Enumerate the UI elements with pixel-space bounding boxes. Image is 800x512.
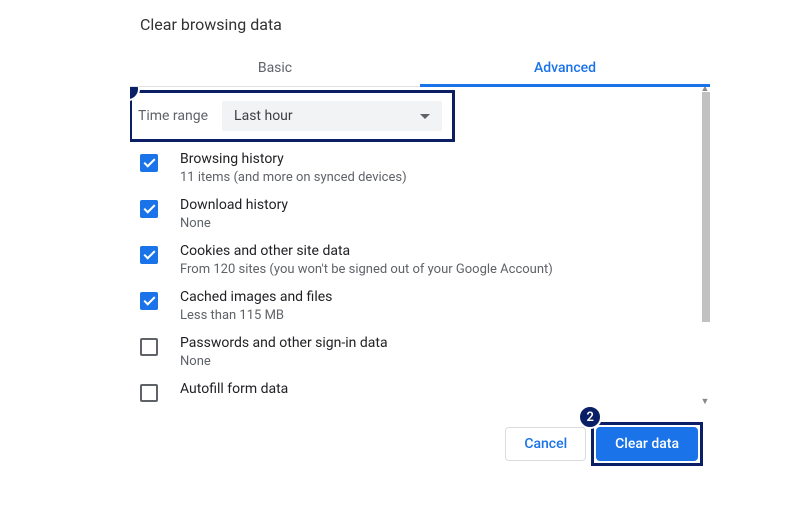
item-text: Browsing history 11 items (and more on sy… bbox=[180, 151, 407, 185]
list-item: Passwords and other sign-in data None bbox=[140, 335, 690, 369]
annotation-badge-2: 2 bbox=[578, 405, 602, 429]
item-desc: From 120 sites (you won't be signed out … bbox=[180, 262, 553, 277]
checkbox[interactable] bbox=[140, 338, 158, 356]
item-desc: None bbox=[180, 216, 288, 231]
checkbox[interactable] bbox=[140, 292, 158, 310]
item-text: Autofill form data bbox=[180, 381, 288, 397]
annotation-badge-1: 1 bbox=[130, 87, 140, 101]
dialog-footer: Cancel 2 Clear data bbox=[505, 427, 710, 461]
item-text: Passwords and other sign-in data None bbox=[180, 335, 388, 369]
clear-data-wrap: 2 Clear data bbox=[596, 427, 698, 461]
checkmark-icon bbox=[143, 294, 155, 306]
checkmark-icon bbox=[143, 202, 155, 214]
tab-bar: Basic Advanced bbox=[130, 52, 710, 87]
checkbox[interactable] bbox=[140, 200, 158, 218]
time-range-row: 1 Time range Last hour bbox=[132, 93, 690, 139]
list-item: Download history None bbox=[140, 197, 690, 231]
checkmark-icon bbox=[143, 156, 155, 168]
tab-basic[interactable]: Basic bbox=[130, 52, 420, 86]
content: 1 Time range Last hour Browsing history 1… bbox=[130, 93, 710, 402]
item-title: Cookies and other site data bbox=[180, 243, 553, 259]
scrollbar-thumb[interactable] bbox=[702, 92, 710, 322]
item-title: Autofill form data bbox=[180, 381, 288, 397]
item-title: Passwords and other sign-in data bbox=[180, 335, 388, 351]
item-text: Download history None bbox=[180, 197, 288, 231]
checkbox[interactable] bbox=[140, 246, 158, 264]
checkbox[interactable] bbox=[140, 154, 158, 172]
tab-advanced[interactable]: Advanced bbox=[420, 52, 710, 86]
list-item: Cached images and files Less than 115 MB bbox=[140, 289, 690, 323]
checkbox[interactable] bbox=[140, 384, 158, 402]
options-list: Browsing history 11 items (and more on sy… bbox=[132, 151, 690, 402]
scroll-region: 1 Time range Last hour Browsing history 1… bbox=[130, 87, 710, 412]
item-title: Download history bbox=[180, 197, 288, 213]
dialog-title: Clear browsing data bbox=[130, 15, 710, 34]
list-item: Browsing history 11 items (and more on sy… bbox=[140, 151, 690, 185]
scrollbar[interactable]: ▲ ▼ bbox=[700, 92, 710, 402]
item-desc: Less than 115 MB bbox=[180, 308, 332, 323]
clear-browsing-data-dialog: Clear browsing data Basic Advanced 1 Tim… bbox=[130, 15, 710, 412]
item-title: Cached images and files bbox=[180, 289, 332, 305]
scroll-down-icon[interactable]: ▼ bbox=[700, 397, 710, 407]
item-desc: 11 items (and more on synced devices) bbox=[180, 170, 407, 185]
item-title: Browsing history bbox=[180, 151, 407, 167]
cancel-button[interactable]: Cancel bbox=[505, 427, 586, 461]
annotation-box-2: 2 bbox=[591, 422, 703, 466]
checkmark-icon bbox=[143, 248, 155, 260]
annotation-box-1: 1 bbox=[130, 90, 455, 142]
list-item: Autofill form data bbox=[140, 381, 690, 402]
item-text: Cached images and files Less than 115 MB bbox=[180, 289, 332, 323]
item-text: Cookies and other site data From 120 site… bbox=[180, 243, 553, 277]
list-item: Cookies and other site data From 120 site… bbox=[140, 243, 690, 277]
item-desc: None bbox=[180, 354, 388, 369]
